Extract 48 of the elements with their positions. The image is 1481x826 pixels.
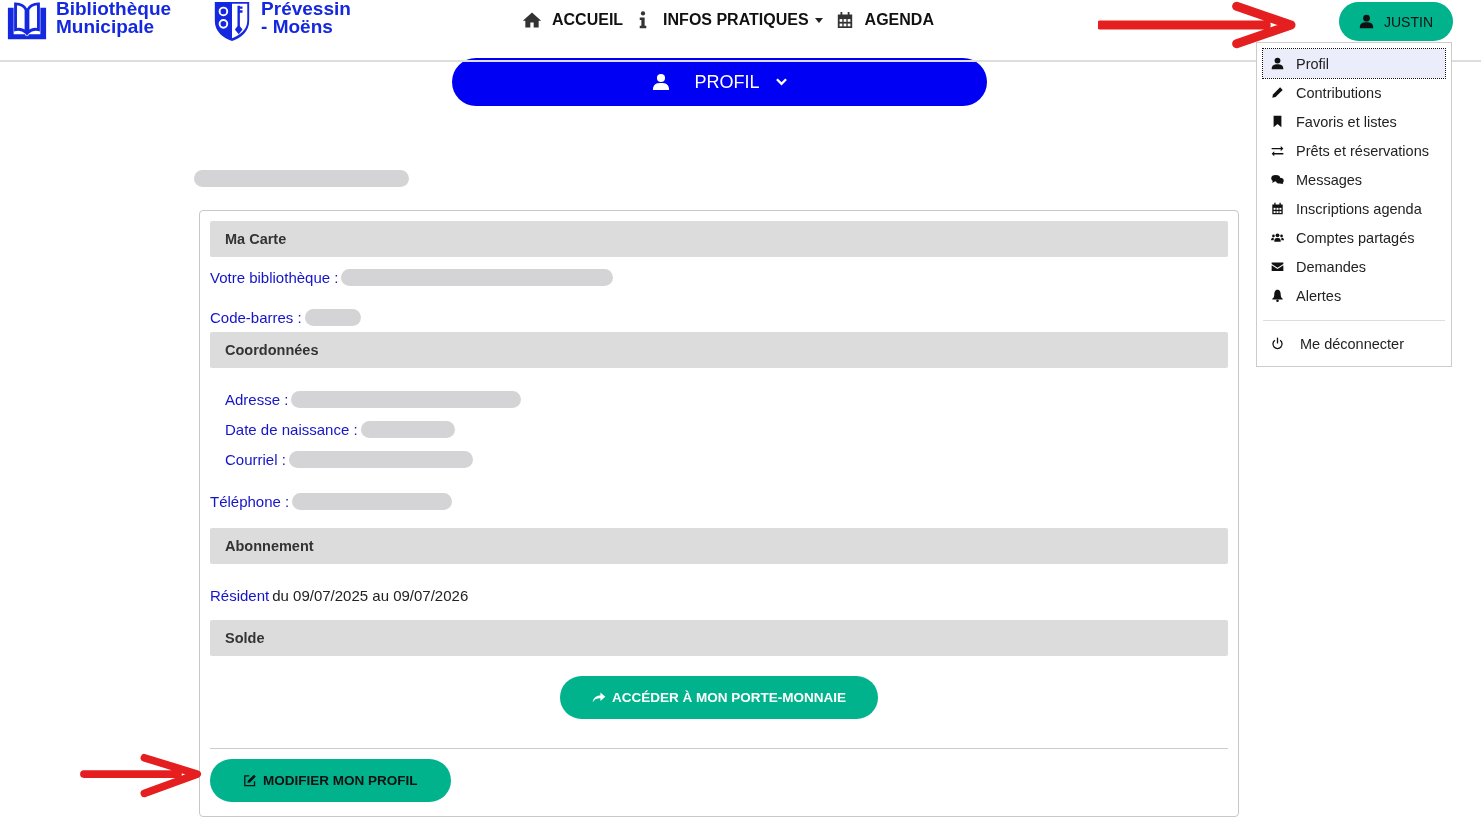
edit-icon bbox=[243, 774, 257, 787]
field-label: Code-barres : bbox=[210, 308, 302, 326]
chevron-icon bbox=[775, 78, 787, 86]
redaction-bar bbox=[304, 308, 361, 326]
menu-item[interactable]: Inscriptions agenda bbox=[1263, 194, 1445, 223]
user-icon bbox=[1359, 14, 1374, 29]
menu-item[interactable]: Messages bbox=[1263, 165, 1445, 194]
logo-text[interactable]: Bibliothèque Municipale bbox=[56, 0, 172, 36]
swap-arrows-icon bbox=[1271, 144, 1284, 157]
power-icon bbox=[1271, 337, 1284, 350]
open-book-icon bbox=[6, 0, 48, 42]
menu-item[interactable]: Demandes bbox=[1263, 252, 1445, 281]
chat-bubbles-icon bbox=[1271, 173, 1284, 186]
section-header: Abonnement bbox=[210, 528, 1228, 564]
subscription-type: Résident bbox=[210, 586, 270, 604]
menu-item[interactable]: Prêts et réservations bbox=[1263, 136, 1445, 165]
group-icon bbox=[1271, 231, 1284, 244]
nav-link[interactable]: ACCUEIL bbox=[552, 11, 624, 29]
menu-item[interactable]: Alertes bbox=[1263, 281, 1445, 310]
field-label: Votre bibliothèque : bbox=[210, 268, 339, 286]
logout-menu-item[interactable]: Me déconnecter bbox=[1263, 329, 1445, 358]
nav-link[interactable]: AGENDA bbox=[864, 11, 934, 29]
menu-item[interactable]: Comptes partagés bbox=[1263, 223, 1445, 252]
menu-item[interactable]: Contributions bbox=[1263, 78, 1445, 107]
bookmark-icon bbox=[1271, 115, 1284, 128]
bell-icon bbox=[1271, 289, 1284, 302]
field-label: Courriel : bbox=[225, 450, 286, 468]
logo-text[interactable]: Prévessin - Moëns bbox=[261, 0, 351, 36]
calendar-icon bbox=[1271, 202, 1284, 215]
field-label: Date de naissance : bbox=[225, 420, 358, 438]
menu-item[interactable]: Favoris et listes bbox=[1263, 107, 1445, 136]
nav-link[interactable]: INFOS PRATIQUES bbox=[663, 11, 809, 29]
user-icon bbox=[652, 73, 671, 91]
field-label: Adresse : bbox=[225, 390, 289, 408]
user-menu-button[interactable]: JUSTIN bbox=[1339, 2, 1453, 41]
section-header: Solde bbox=[210, 620, 1228, 656]
profile-menu-button[interactable]: PROFIL bbox=[452, 58, 987, 106]
field-label: Téléphone : bbox=[210, 492, 290, 510]
menu-item[interactable]: Profil bbox=[1263, 49, 1445, 78]
section-header: Ma Carte bbox=[210, 221, 1228, 257]
section-header: Coordonnées bbox=[210, 332, 1228, 368]
user-icon bbox=[1271, 57, 1284, 70]
house-icon bbox=[522, 11, 542, 29]
edit-profile-button[interactable]: MODIFIER MON PROFIL bbox=[210, 759, 451, 802]
share-arrow-icon bbox=[592, 690, 606, 704]
pencil-icon bbox=[1271, 86, 1284, 99]
subscription-period: du 09/07/2025 au 09/07/2026 bbox=[272, 586, 469, 604]
envelope-icon bbox=[1271, 260, 1284, 273]
